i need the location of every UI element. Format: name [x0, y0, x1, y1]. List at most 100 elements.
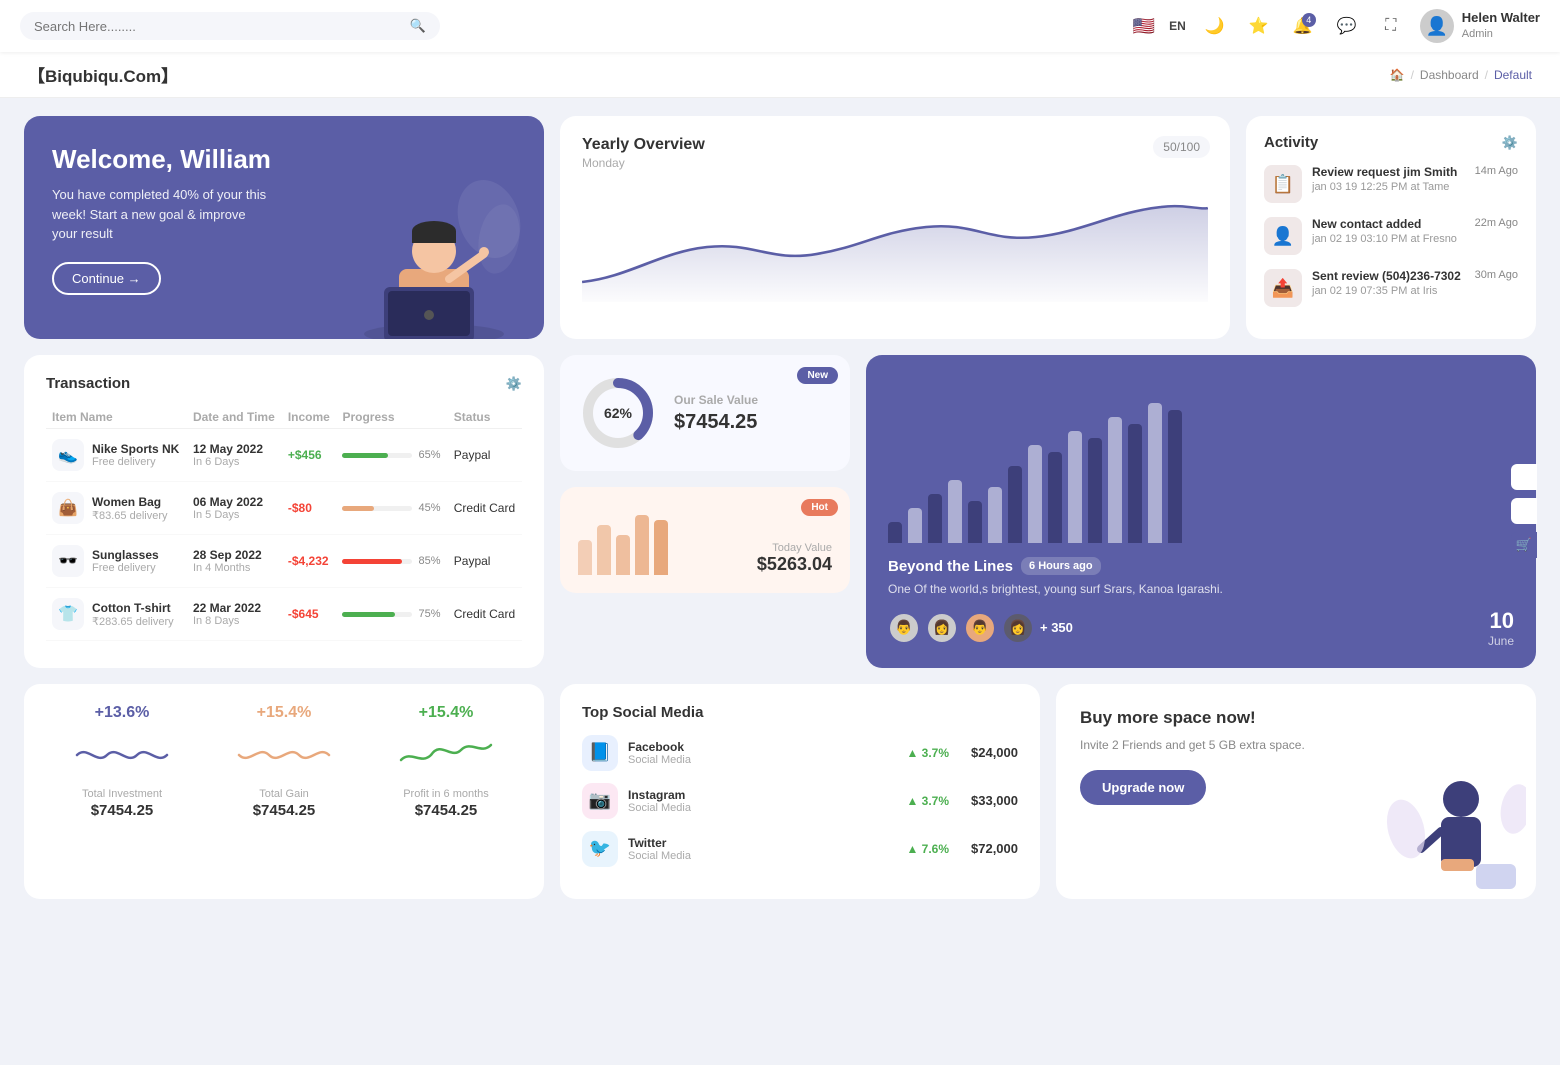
date-cell: 28 Sep 2022 In 4 Months: [187, 535, 282, 588]
bar-7: [1028, 445, 1042, 543]
row-2: Transaction ⚙️ Item Name Date and Time I…: [24, 355, 1536, 668]
progress-cell-0: 65%: [336, 429, 447, 482]
sparkline-2: [370, 730, 522, 780]
transaction-settings-icon[interactable]: ⚙️: [506, 376, 522, 392]
activity-item: 📋 Review request jim Smith jan 03 19 12:…: [1264, 165, 1518, 203]
stat-name-1: Total Gain: [208, 788, 360, 800]
time-ago-badge: 6 Hours ago: [1021, 557, 1101, 575]
progress-bar-2: [342, 559, 412, 564]
main-content: Welcome, William You have completed 40% …: [0, 98, 1560, 917]
stat-value-2: $7454.25: [370, 802, 522, 819]
stat-name-0: Total Investment: [46, 788, 198, 800]
item-name-cell: 👜 Women Bag ₹83.65 delivery: [46, 482, 187, 535]
progress-fill-3: [342, 612, 395, 617]
breadcrumb-sep2: /: [1485, 68, 1488, 82]
item-name-cell: 🕶️ Sunglasses Free delivery: [46, 535, 187, 588]
income-cell-1: -$80: [282, 482, 337, 535]
avatar-3: 👨: [964, 612, 996, 644]
status-cell-3: Credit Card: [448, 588, 522, 641]
bar-group: [988, 487, 1002, 543]
upgrade-button[interactable]: Upgrade now: [1080, 770, 1206, 805]
bar-group: [908, 508, 922, 543]
user-info: Helen Walter Admin: [1462, 10, 1540, 41]
home-icon[interactable]: 🏠: [1390, 68, 1405, 82]
social-item-2: 🐦 Twitter Social Media ▲ 7.6% $72,000: [582, 831, 1018, 867]
progress-bar-1: [342, 506, 412, 511]
bar-9: [1068, 431, 1082, 543]
sale-hot-value: $5263.04: [757, 554, 832, 575]
progress-fill-1: [342, 506, 374, 511]
sale-new-label: Our Sale Value: [674, 393, 758, 407]
progress-cell-2: 85%: [336, 535, 447, 588]
breadcrumb-default[interactable]: Default: [1494, 68, 1532, 82]
notification-badge: 4: [1302, 13, 1316, 27]
item-icon-2: 🕶️: [52, 545, 84, 577]
row-3: +13.6% Total Investment $7454.25 +15.4% …: [24, 684, 1536, 899]
social-info-1: Instagram Social Media: [628, 788, 691, 814]
edge-icon-1[interactable]: ✎: [1511, 464, 1537, 490]
progress-bar-0: [342, 453, 412, 458]
user-role: Admin: [1462, 27, 1540, 41]
progress-bar-3: [342, 612, 412, 617]
user-avatar-wrap[interactable]: 👤 Helen Walter Admin: [1420, 9, 1540, 43]
activity-settings-icon[interactable]: ⚙️: [1502, 135, 1518, 151]
sale-new-card: New 62% Our Sale Value $7454.25: [560, 355, 850, 471]
bar-12: [1128, 424, 1142, 543]
item-date-3: 22 Mar 2022: [193, 601, 276, 615]
col-status: Status: [448, 406, 522, 429]
activity-list: 📋 Review request jim Smith jan 03 19 12:…: [1264, 165, 1518, 307]
new-badge: New: [797, 367, 838, 384]
col-income: Income: [282, 406, 337, 429]
bar-group: [948, 480, 962, 543]
hot-badge: Hot: [801, 499, 838, 516]
edge-icon-3[interactable]: 🛒: [1511, 532, 1537, 558]
star-icon[interactable]: ⭐: [1244, 11, 1274, 41]
activity-desc-1: jan 02 19 03:10 PM at Fresno: [1312, 233, 1465, 245]
messages-icon[interactable]: 💬: [1332, 11, 1362, 41]
yearly-subtitle: Monday: [582, 156, 1208, 170]
item-sub-0: Free delivery: [92, 456, 179, 468]
mini-stat-1: +15.4% Total Gain $7454.25: [208, 704, 360, 879]
upgrade-title: Buy more space now!: [1080, 708, 1512, 728]
bar-14: [1168, 410, 1182, 543]
social-amount-0: $24,000: [971, 745, 1018, 760]
income-cell-0: +$456: [282, 429, 337, 482]
breadcrumb-dashboard[interactable]: Dashboard: [1420, 68, 1479, 82]
activity-title: Activity: [1264, 134, 1318, 151]
language-selector[interactable]: EN: [1169, 19, 1186, 33]
welcome-illustration: [344, 179, 524, 339]
bar-0: [888, 522, 902, 543]
progress-cell-3: 75%: [336, 588, 447, 641]
sale-hot-card: Hot Today Value $5263.04: [560, 487, 850, 593]
item-name-1: Women Bag: [92, 495, 168, 509]
expand-icon[interactable]: ⛶: [1376, 11, 1406, 41]
sale-new-value: $7454.25: [674, 411, 758, 434]
item-icon-1: 👜: [52, 492, 84, 524]
edge-icon-2[interactable]: ⚙: [1511, 498, 1537, 524]
dark-mode-toggle[interactable]: 🌙: [1200, 11, 1230, 41]
continue-button[interactable]: Continue →: [52, 262, 161, 295]
item-name-3: Cotton T-shirt: [92, 601, 174, 615]
item-name-cell: 👕 Cotton T-shirt ₹283.65 delivery: [46, 588, 187, 641]
mini-pct-0: +13.6%: [46, 704, 198, 722]
bar-11: [1108, 417, 1122, 543]
item-days-3: In 8 Days: [193, 615, 276, 627]
date-month: June: [1488, 634, 1514, 648]
bar-group: [928, 494, 942, 543]
table-row: 👜 Women Bag ₹83.65 delivery 06 May 2022 …: [46, 482, 522, 535]
social-icon-0: 📘: [582, 735, 618, 771]
item-icon-0: 👟: [52, 439, 84, 471]
bar-group: [1108, 417, 1122, 543]
progress-pct-1: 45%: [418, 502, 440, 514]
social-item-0: 📘 Facebook Social Media ▲ 3.7% $24,000: [582, 735, 1018, 771]
bar-group: [1008, 466, 1022, 543]
activity-item: 📤 Sent review (504)236-7302 jan 02 19 07…: [1264, 269, 1518, 307]
transaction-body: 👟 Nike Sports NK Free delivery 12 May 20…: [46, 429, 522, 641]
yearly-chart: [582, 182, 1208, 302]
search-input[interactable]: [34, 19, 402, 34]
notifications-bell[interactable]: 🔔 4: [1288, 11, 1318, 41]
avatar-2: 👩: [926, 612, 958, 644]
bar-group: [1128, 424, 1142, 543]
mini-stats-card: +13.6% Total Investment $7454.25 +15.4% …: [24, 684, 544, 899]
search-bar[interactable]: 🔍: [20, 12, 440, 40]
